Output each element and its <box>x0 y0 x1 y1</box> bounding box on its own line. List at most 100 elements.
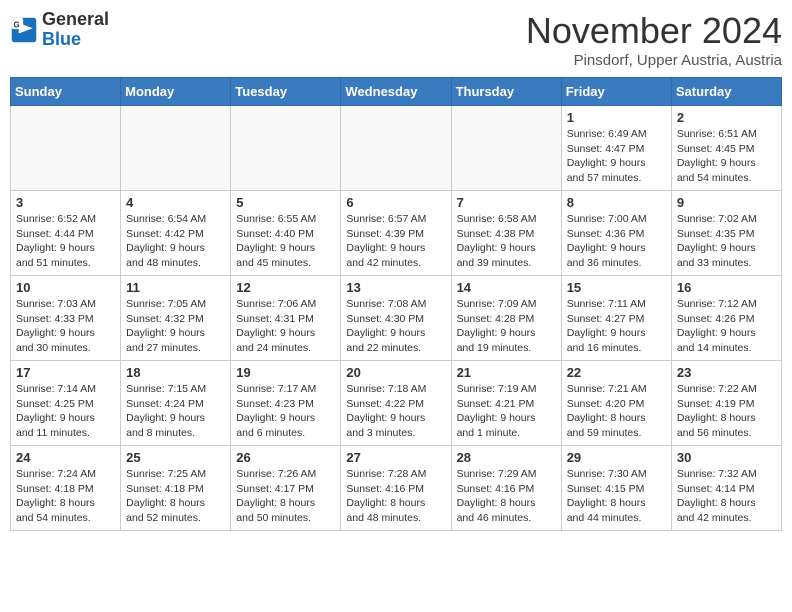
day-info: Sunrise: 7:03 AM Sunset: 4:33 PM Dayligh… <box>16 297 115 356</box>
day-number: 25 <box>126 450 225 465</box>
day-info: Sunrise: 7:26 AM Sunset: 4:17 PM Dayligh… <box>236 467 335 526</box>
day-number: 29 <box>567 450 666 465</box>
day-number: 26 <box>236 450 335 465</box>
day-info: Sunrise: 7:15 AM Sunset: 4:24 PM Dayligh… <box>126 382 225 441</box>
day-info: Sunrise: 7:18 AM Sunset: 4:22 PM Dayligh… <box>346 382 445 441</box>
day-cell: 26 Sunrise: 7:26 AM Sunset: 4:17 PM Dayli… <box>231 446 341 531</box>
logo-icon: G <box>10 16 38 44</box>
day-cell <box>11 106 121 191</box>
day-number: 12 <box>236 280 335 295</box>
week-row-3: 10 Sunrise: 7:03 AM Sunset: 4:33 PM Dayli… <box>11 276 782 361</box>
weekday-header-row: SundayMondayTuesdayWednesdayThursdayFrid… <box>11 78 782 106</box>
day-cell: 22 Sunrise: 7:21 AM Sunset: 4:20 PM Dayli… <box>561 361 671 446</box>
month-title: November 2024 <box>526 10 782 52</box>
day-cell: 28 Sunrise: 7:29 AM Sunset: 4:16 PM Dayli… <box>451 446 561 531</box>
week-row-5: 24 Sunrise: 7:24 AM Sunset: 4:18 PM Dayli… <box>11 446 782 531</box>
day-info: Sunrise: 7:08 AM Sunset: 4:30 PM Dayligh… <box>346 297 445 356</box>
day-cell: 12Sunrise: 7:06 AM Sunset: 4:31 PM Dayli… <box>231 276 341 361</box>
day-number: 5 <box>236 195 335 210</box>
day-info: Sunrise: 6:52 AM Sunset: 4:44 PM Dayligh… <box>16 212 115 271</box>
day-cell: 15Sunrise: 7:11 AM Sunset: 4:27 PM Dayli… <box>561 276 671 361</box>
day-cell: 23 Sunrise: 7:22 AM Sunset: 4:19 PM Dayli… <box>671 361 781 446</box>
day-info: Sunrise: 7:25 AM Sunset: 4:18 PM Dayligh… <box>126 467 225 526</box>
calendar-table: SundayMondayTuesdayWednesdayThursdayFrid… <box>10 77 782 531</box>
day-info: Sunrise: 7:24 AM Sunset: 4:18 PM Dayligh… <box>16 467 115 526</box>
day-info: Sunrise: 7:22 AM Sunset: 4:19 PM Dayligh… <box>677 382 776 441</box>
svg-text:G: G <box>14 20 20 29</box>
logo-text: General Blue <box>42 10 109 50</box>
day-info: Sunrise: 6:58 AM Sunset: 4:38 PM Dayligh… <box>457 212 556 271</box>
day-cell: 25 Sunrise: 7:25 AM Sunset: 4:18 PM Dayli… <box>121 446 231 531</box>
day-number: 7 <box>457 195 556 210</box>
day-cell: 1 Sunrise: 6:49 AM Sunset: 4:47 PM Daylig… <box>561 106 671 191</box>
day-info: Sunrise: 7:09 AM Sunset: 4:28 PM Dayligh… <box>457 297 556 356</box>
day-cell: 6 Sunrise: 6:57 AM Sunset: 4:39 PM Daylig… <box>341 191 451 276</box>
day-cell: 7 Sunrise: 6:58 AM Sunset: 4:38 PM Daylig… <box>451 191 561 276</box>
logo-general: General <box>42 9 109 29</box>
day-info: Sunrise: 6:49 AM Sunset: 4:47 PM Dayligh… <box>567 127 666 186</box>
day-info: Sunrise: 7:21 AM Sunset: 4:20 PM Dayligh… <box>567 382 666 441</box>
day-cell <box>341 106 451 191</box>
day-number: 6 <box>346 195 445 210</box>
day-info: Sunrise: 6:57 AM Sunset: 4:39 PM Dayligh… <box>346 212 445 271</box>
weekday-header-monday: Monday <box>121 78 231 106</box>
day-info: Sunrise: 7:14 AM Sunset: 4:25 PM Dayligh… <box>16 382 115 441</box>
day-cell: 3 Sunrise: 6:52 AM Sunset: 4:44 PM Daylig… <box>11 191 121 276</box>
logo-blue: Blue <box>42 29 81 49</box>
day-number: 22 <box>567 365 666 380</box>
day-cell <box>231 106 341 191</box>
day-number: 10 <box>16 280 115 295</box>
day-number: 28 <box>457 450 556 465</box>
day-info: Sunrise: 7:30 AM Sunset: 4:15 PM Dayligh… <box>567 467 666 526</box>
weekday-header-wednesday: Wednesday <box>341 78 451 106</box>
day-number: 18 <box>126 365 225 380</box>
day-info: Sunrise: 7:00 AM Sunset: 4:36 PM Dayligh… <box>567 212 666 271</box>
day-number: 11 <box>126 280 225 295</box>
day-cell: 24 Sunrise: 7:24 AM Sunset: 4:18 PM Dayli… <box>11 446 121 531</box>
day-cell: 17 Sunrise: 7:14 AM Sunset: 4:25 PM Dayli… <box>11 361 121 446</box>
weekday-header-tuesday: Tuesday <box>231 78 341 106</box>
week-row-4: 17 Sunrise: 7:14 AM Sunset: 4:25 PM Dayli… <box>11 361 782 446</box>
week-row-1: 1 Sunrise: 6:49 AM Sunset: 4:47 PM Daylig… <box>11 106 782 191</box>
day-number: 2 <box>677 110 776 125</box>
day-cell: 2 Sunrise: 6:51 AM Sunset: 4:45 PM Daylig… <box>671 106 781 191</box>
day-cell: 19Sunrise: 7:17 AM Sunset: 4:23 PM Dayli… <box>231 361 341 446</box>
day-cell: 20 Sunrise: 7:18 AM Sunset: 4:22 PM Dayli… <box>341 361 451 446</box>
page-header: G General Blue November 2024 Pinsdorf, U… <box>10 10 782 69</box>
week-row-2: 3 Sunrise: 6:52 AM Sunset: 4:44 PM Daylig… <box>11 191 782 276</box>
day-number: 24 <box>16 450 115 465</box>
day-cell: 27Sunrise: 7:28 AM Sunset: 4:16 PM Dayli… <box>341 446 451 531</box>
day-number: 1 <box>567 110 666 125</box>
day-cell: 29 Sunrise: 7:30 AM Sunset: 4:15 PM Dayli… <box>561 446 671 531</box>
day-number: 17 <box>16 365 115 380</box>
day-cell: 8 Sunrise: 7:00 AM Sunset: 4:36 PM Daylig… <box>561 191 671 276</box>
day-info: Sunrise: 7:12 AM Sunset: 4:26 PM Dayligh… <box>677 297 776 356</box>
day-number: 20 <box>346 365 445 380</box>
day-number: 21 <box>457 365 556 380</box>
day-number: 15 <box>567 280 666 295</box>
day-info: Sunrise: 6:51 AM Sunset: 4:45 PM Dayligh… <box>677 127 776 186</box>
weekday-header-sunday: Sunday <box>11 78 121 106</box>
day-cell <box>121 106 231 191</box>
day-number: 23 <box>677 365 776 380</box>
day-cell: 9Sunrise: 7:02 AM Sunset: 4:35 PM Daylig… <box>671 191 781 276</box>
day-cell: 5Sunrise: 6:55 AM Sunset: 4:40 PM Daylig… <box>231 191 341 276</box>
day-info: Sunrise: 7:17 AM Sunset: 4:23 PM Dayligh… <box>236 382 335 441</box>
day-cell <box>451 106 561 191</box>
day-info: Sunrise: 7:19 AM Sunset: 4:21 PM Dayligh… <box>457 382 556 441</box>
title-block: November 2024 Pinsdorf, Upper Austria, A… <box>526 10 782 69</box>
day-info: Sunrise: 6:54 AM Sunset: 4:42 PM Dayligh… <box>126 212 225 271</box>
day-cell: 10 Sunrise: 7:03 AM Sunset: 4:33 PM Dayli… <box>11 276 121 361</box>
day-cell: 11Sunrise: 7:05 AM Sunset: 4:32 PM Dayli… <box>121 276 231 361</box>
weekday-header-friday: Friday <box>561 78 671 106</box>
logo: G General Blue <box>10 10 109 50</box>
day-info: Sunrise: 7:28 AM Sunset: 4:16 PM Dayligh… <box>346 467 445 526</box>
day-number: 8 <box>567 195 666 210</box>
day-number: 4 <box>126 195 225 210</box>
day-cell: 30Sunrise: 7:32 AM Sunset: 4:14 PM Dayli… <box>671 446 781 531</box>
day-info: Sunrise: 7:29 AM Sunset: 4:16 PM Dayligh… <box>457 467 556 526</box>
day-cell: 16Sunrise: 7:12 AM Sunset: 4:26 PM Dayli… <box>671 276 781 361</box>
location: Pinsdorf, Upper Austria, Austria <box>526 52 782 69</box>
day-number: 3 <box>16 195 115 210</box>
day-number: 9 <box>677 195 776 210</box>
